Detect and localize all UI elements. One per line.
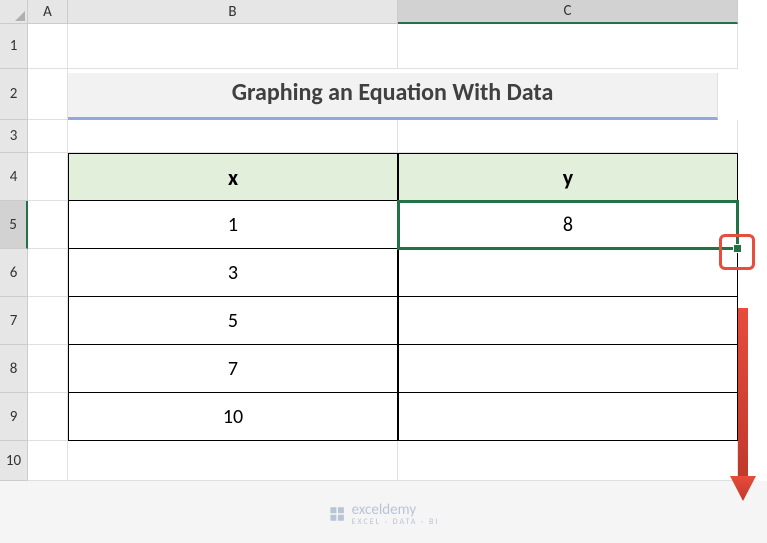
cell-b6[interactable]: 3 [68,249,398,297]
spreadsheet-grid: A B C 1 2 Graphing an Equation With Data… [0,0,767,481]
watermark: exceldemy EXCEL · DATA · BI [328,501,440,527]
cell-c6[interactable] [398,249,738,297]
cell-c3[interactable] [398,120,738,153]
row-header-2[interactable]: 2 [0,69,28,120]
row-header-8[interactable]: 8 [0,345,28,393]
cell-c9[interactable] [398,393,738,441]
row-header-9[interactable]: 9 [0,393,28,441]
cell-a3[interactable] [28,120,68,153]
header-x[interactable]: x [68,153,398,201]
annotation-highlight-box [719,234,755,270]
watermark-sub: EXCEL · DATA · BI [352,517,440,527]
cell-c5-selected[interactable]: 8 [398,201,738,249]
row-header-4[interactable]: 4 [0,153,28,201]
row-header-6[interactable]: 6 [0,249,28,297]
column-header-b[interactable]: B [68,0,398,24]
row-header-5[interactable]: 5 [0,201,28,249]
watermark-icon [328,505,346,523]
column-header-a[interactable]: A [28,0,68,24]
column-header-c[interactable]: C [398,0,738,24]
cell-b1[interactable] [68,24,398,69]
cell-c7[interactable] [398,297,738,345]
cell-b9[interactable]: 10 [68,393,398,441]
title-cell[interactable]: Graphing an Equation With Data [68,73,718,120]
cell-b5[interactable]: 1 [68,201,398,249]
row-header-3[interactable]: 3 [0,120,28,153]
cell-c8[interactable] [398,345,738,393]
annotation-arrow-down [728,308,758,503]
cell-a8[interactable] [28,345,68,393]
cell-b7[interactable]: 5 [68,297,398,345]
cell-a7[interactable] [28,297,68,345]
cell-a10[interactable] [28,441,68,481]
cell-a5[interactable] [28,201,68,249]
cell-c1[interactable] [398,24,738,69]
cell-a1[interactable] [28,24,68,69]
cell-a9[interactable] [28,393,68,441]
row-header-10[interactable]: 10 [0,441,28,481]
cell-a4[interactable] [28,153,68,201]
cell-b10[interactable] [68,441,398,481]
cell-c5-value: 8 [563,213,573,237]
row-header-7[interactable]: 7 [0,297,28,345]
select-all-corner[interactable] [0,0,28,24]
header-y[interactable]: y [398,153,738,201]
cell-c10[interactable] [398,441,738,481]
cell-b3[interactable] [68,120,398,153]
cell-a6[interactable] [28,249,68,297]
row-header-1[interactable]: 1 [0,24,28,69]
cell-b8[interactable]: 7 [68,345,398,393]
cell-a2[interactable] [28,69,68,120]
